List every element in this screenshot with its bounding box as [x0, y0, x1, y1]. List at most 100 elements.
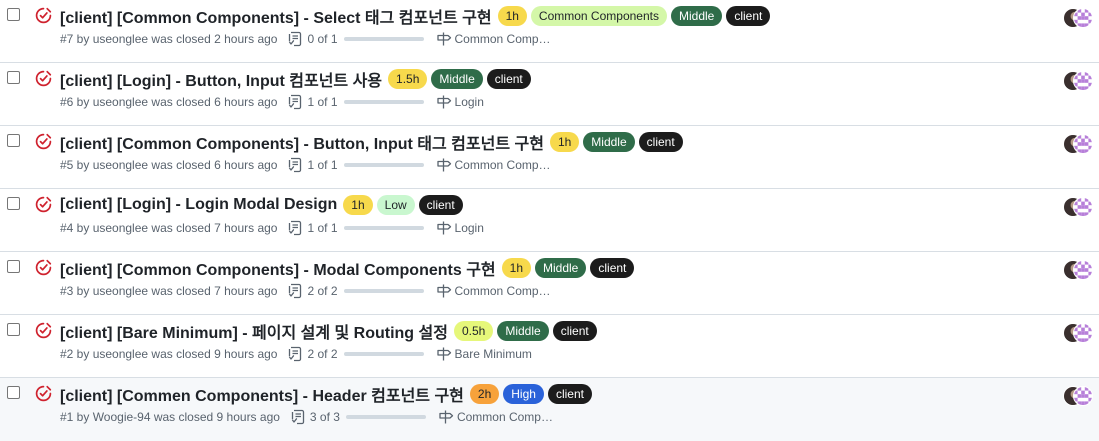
identicon-avatar[interactable] [1073, 71, 1093, 91]
milestone-icon [439, 410, 454, 424]
tasklist-icon [289, 31, 302, 47]
issue-title-line: [client] [Login] - Button, Input 컴포넌트 사용… [60, 67, 533, 91]
issue-meta: #2 by useonglee was closed 9 hours ago 2 … [60, 345, 532, 363]
issue-closed-icon [35, 196, 52, 213]
identicon-avatar[interactable] [1073, 260, 1093, 280]
issue-label[interactable]: Middle [670, 6, 723, 26]
task-progress-bar [343, 100, 424, 104]
issue-label[interactable]: Common Components [530, 6, 667, 26]
issue-checkbox[interactable] [7, 71, 20, 84]
issue-closed-icon [35, 133, 52, 150]
issue-checkbox[interactable] [7, 260, 20, 273]
milestone-link[interactable]: Login [455, 95, 484, 109]
issue-label[interactable]: 2h [469, 384, 500, 404]
issue-label[interactable]: 1h [549, 132, 580, 152]
milestone-link[interactable]: Common Comp… [457, 410, 553, 424]
issue-checkbox[interactable] [7, 8, 20, 21]
milestone-icon [436, 221, 451, 235]
issue-meta-text: #3 by useonglee was closed 7 hours ago [60, 284, 278, 298]
issue-label[interactable]: 1h [343, 195, 373, 215]
milestone-link[interactable]: Common Comp… [455, 32, 551, 46]
task-progress-text: 3 of 3 [309, 410, 340, 424]
milestone-link[interactable]: Common Comp… [455, 284, 551, 298]
issue-title-link[interactable]: [client] [Login] - Login Modal Design [60, 196, 337, 214]
identicon-avatar[interactable] [1073, 323, 1093, 343]
issue-label[interactable]: Low [376, 195, 415, 215]
issue-meta: #5 by useonglee was closed 6 hours ago 1 … [60, 156, 551, 174]
assignee-avatars[interactable] [1063, 134, 1093, 154]
issue-label[interactable]: client [590, 258, 635, 278]
identicon-icon [1074, 9, 1092, 27]
task-progress-fill [343, 163, 424, 167]
identicon-avatar[interactable] [1073, 8, 1093, 28]
issue-checkbox[interactable] [7, 323, 20, 336]
assignee-avatars[interactable] [1063, 260, 1093, 280]
milestone-link[interactable]: Login [455, 221, 484, 235]
task-progress-bar [345, 415, 426, 419]
issue-checkbox[interactable] [7, 386, 20, 399]
identicon-icon [1074, 387, 1092, 405]
task-progress-text: 1 of 1 [307, 95, 338, 109]
tasklist-icon [289, 346, 302, 362]
assignee-avatars[interactable] [1063, 323, 1093, 343]
issue-label[interactable]: client [552, 321, 597, 341]
milestone-link[interactable]: Bare Minimum [455, 347, 532, 361]
issue-title-link[interactable]: [client] [Commen Components] - Header 컴포… [60, 382, 464, 406]
issue-label[interactable]: 0.5h [453, 321, 494, 341]
issue-label[interactable]: Middle [583, 132, 635, 152]
identicon-avatar[interactable] [1073, 197, 1093, 217]
issue-label[interactable]: Middle [497, 321, 549, 341]
issue-checkbox[interactable] [7, 134, 20, 147]
issue-row[interactable]: [client] [Bare Minimum] - 페이지 설계 및 Routi… [0, 315, 1099, 378]
issue-row[interactable]: [client] [Common Components] - Modal Com… [0, 252, 1099, 315]
issue-label[interactable]: 1h [497, 6, 527, 26]
identicon-icon [1074, 135, 1092, 153]
issue-label[interactable]: client [726, 6, 771, 26]
issue-row[interactable]: [client] [Login] - Button, Input 컴포넌트 사용… [0, 63, 1099, 126]
issue-row[interactable]: [client] [Common Components] - Select 태그… [0, 0, 1099, 63]
issue-row[interactable]: [client] [Login] - Login Modal Design 1h L… [0, 189, 1099, 252]
assignee-avatars[interactable] [1063, 386, 1093, 406]
identicon-icon [1074, 261, 1092, 279]
task-progress-bar [343, 226, 424, 230]
issue-title-link[interactable]: [client] [Login] - Button, Input 컴포넌트 사용 [60, 67, 382, 91]
assignee-avatars[interactable] [1063, 8, 1093, 28]
issue-label[interactable]: Middle [431, 69, 483, 89]
issue-title-link[interactable]: [client] [Common Components] - Select 태그… [60, 4, 492, 28]
issue-label[interactable]: client [486, 69, 531, 89]
issue-meta: #1 by Woogie-94 was closed 9 hours ago 3 … [60, 408, 553, 426]
task-progress-text: 2 of 2 [307, 347, 338, 361]
milestone-link[interactable]: Common Comp… [455, 158, 551, 172]
identicon-avatar[interactable] [1073, 134, 1093, 154]
issue-label[interactable]: client [638, 132, 683, 152]
issue-checkbox[interactable] [7, 197, 20, 210]
issue-meta: #3 by useonglee was closed 7 hours ago 2 … [60, 282, 551, 300]
issue-meta: #7 by useonglee was closed 2 hours ago 0 … [60, 30, 551, 48]
issue-row[interactable]: [client] [Commen Components] - Header 컴포… [0, 378, 1099, 441]
issue-row[interactable]: [client] [Common Components] - Button, I… [0, 126, 1099, 189]
issue-label[interactable]: High [503, 384, 544, 404]
issue-closed-icon [35, 385, 52, 402]
issue-label[interactable]: client [547, 384, 592, 404]
task-progress-text: 0 of 1 [307, 32, 338, 46]
identicon-icon [1074, 198, 1092, 216]
assignee-avatars[interactable] [1063, 71, 1093, 91]
issue-title-link[interactable]: [client] [Common Components] - Modal Com… [60, 256, 496, 280]
task-progress-fill [343, 289, 424, 293]
tasklist-icon [289, 157, 302, 173]
issue-label[interactable]: 1.5h [388, 69, 428, 89]
issue-title-link[interactable]: [client] [Bare Minimum] - 페이지 설계 및 Routi… [60, 319, 448, 343]
issue-label[interactable]: Middle [535, 258, 587, 278]
issue-closed-icon [35, 322, 52, 339]
milestone-icon [436, 347, 451, 361]
issue-label[interactable]: 1h [501, 258, 531, 278]
identicon-avatar[interactable] [1073, 386, 1093, 406]
issue-title-link[interactable]: [client] [Common Components] - Button, I… [60, 130, 544, 154]
issue-title-line: [client] [Common Components] - Modal Com… [60, 256, 636, 280]
issue-list: [client] [Common Components] - Select 태그… [0, 0, 1099, 441]
task-progress-bar [343, 289, 424, 293]
assignee-avatars[interactable] [1063, 197, 1093, 217]
issue-label[interactable]: client [418, 195, 463, 215]
issue-meta: #4 by useonglee was closed 7 hours ago 1 … [60, 219, 484, 237]
issue-title-line: [client] [Common Components] - Button, I… [60, 130, 685, 154]
